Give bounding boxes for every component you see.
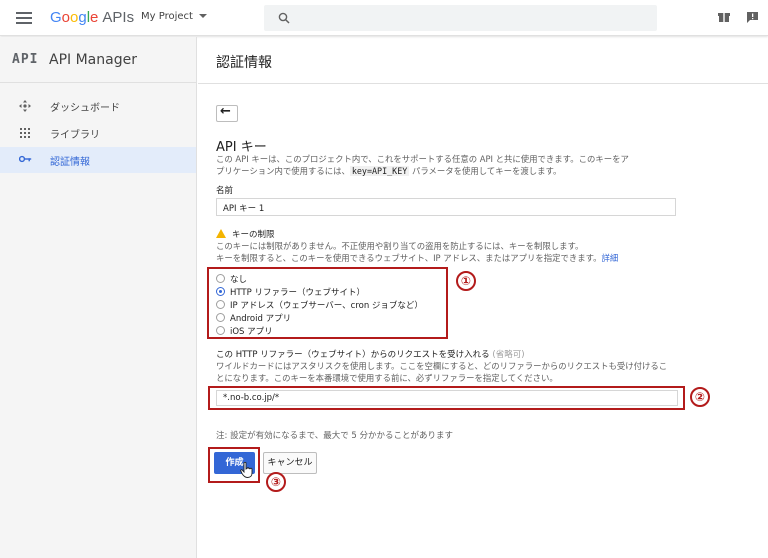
- sidebar-header: API API Manager: [0, 37, 196, 83]
- optional-label: (省略可): [492, 350, 525, 360]
- sidebar-item-label: ダッシュボード: [50, 103, 120, 114]
- referrer-field[interactable]: *.no-b.co.jp/*: [216, 390, 678, 406]
- google-apis-logo[interactable]: Google APIs: [50, 9, 134, 26]
- annotation-number-2: ②: [690, 387, 710, 407]
- name-field[interactable]: API キー 1: [216, 198, 676, 216]
- restriction-description: このキーには制限がありません。不正使用や割り当ての盗用を防止するには、キーを制限…: [216, 241, 619, 263]
- chevron-down-icon: [198, 14, 207, 18]
- project-selector[interactable]: My Project: [141, 11, 207, 22]
- sidebar: API API Manager ダッシュボード ライブラリ 認証情報: [0, 37, 197, 558]
- gift-icon[interactable]: [718, 11, 730, 23]
- api-badge: API: [12, 52, 39, 67]
- warning-icon: [216, 229, 226, 238]
- radio-button[interactable]: [216, 326, 225, 335]
- key-param-code: key=API_KEY: [349, 166, 410, 176]
- search-input[interactable]: [264, 5, 657, 31]
- sidebar-item-dashboard[interactable]: ダッシュボード: [0, 93, 196, 119]
- sidebar-title: API Manager: [49, 52, 137, 68]
- top-bar: Google APIs My Project: [0, 0, 768, 36]
- section-description: この API キーは、このプロジェクト内で、これをサポートする任意の API と…: [216, 154, 629, 176]
- page-title: 認証情報: [216, 55, 272, 71]
- dashboard-icon: [19, 100, 31, 112]
- feedback-icon[interactable]: [746, 11, 759, 24]
- key-icon: [19, 155, 32, 163]
- menu-icon[interactable]: [16, 12, 32, 24]
- hand-cursor-icon: [240, 462, 253, 478]
- library-icon: [20, 128, 30, 138]
- back-arrow-icon: ←: [220, 104, 231, 119]
- radio-button[interactable]: [216, 274, 225, 283]
- name-label: 名前: [216, 186, 234, 196]
- radio-button[interactable]: [216, 313, 225, 322]
- sidebar-item-label: ライブラリ: [50, 130, 100, 141]
- sidebar-item-credentials[interactable]: 認証情報: [0, 147, 196, 173]
- sidebar-item-label: 認証情報: [50, 157, 90, 168]
- project-name: My Project: [141, 11, 193, 22]
- radio-button[interactable]: [216, 300, 225, 309]
- search-icon: [278, 12, 290, 24]
- referrer-description: ワイルドカードにはアスタリスクを使用します。ここを空欄にすると、どのリファラーか…: [216, 361, 668, 383]
- propagation-note: 注: 設定が有効になるまで、最大で 5 分かかることがあります: [216, 431, 454, 441]
- restriction-title: キーの制限: [216, 228, 275, 240]
- back-button[interactable]: ←: [216, 104, 238, 122]
- sidebar-item-library[interactable]: ライブラリ: [0, 120, 196, 146]
- divider: [198, 83, 768, 84]
- annotation-number-1: ①: [456, 271, 476, 291]
- annotation-number-3: ③: [266, 472, 286, 492]
- cancel-button[interactable]: キャンセル: [263, 452, 317, 474]
- radio-button[interactable]: [216, 287, 225, 296]
- learn-more-link[interactable]: 詳細: [602, 253, 619, 263]
- referrer-label: この HTTP リファラー（ウェブサイト）からのリクエストを受け入れる (省略可…: [216, 350, 525, 360]
